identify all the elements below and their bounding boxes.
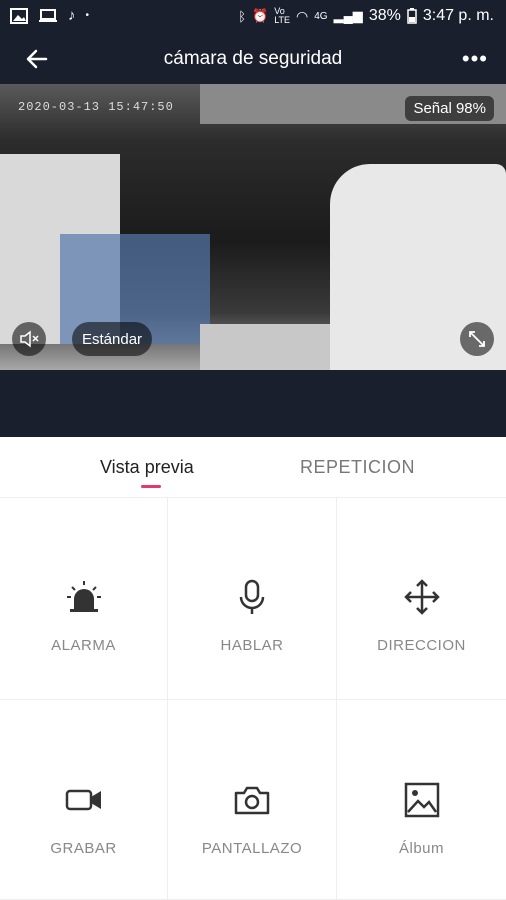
screenshot-label: PANTALLAZO [201,840,303,857]
tab-preview[interactable]: Vista previa [100,457,194,478]
move-arrows-icon [403,579,440,615]
microphone-icon [239,579,265,614]
tiktok-icon: ♪ [68,7,76,24]
camera-icon [234,786,270,815]
talk-label: HABLAR [220,637,284,654]
talk-button[interactable]: HABLAR [168,497,337,700]
fullscreen-icon [469,331,485,347]
status-bar: ♪ • ᛒ ⏰ Vo LTE ◠ 4G ▂▄▆ 38% 3:47 p. m. [0,0,506,34]
battery-percent: 38% [368,7,401,24]
camera-feed[interactable]: 2020-03-13 15:47:50 Señal 98% Estándar [0,84,506,370]
tab-playback[interactable]: REPETICION [300,457,415,478]
alarm-button[interactable]: ALARMA [0,497,168,700]
album-label: Álbum [398,840,445,857]
battery-icon [407,8,417,24]
page-title: cámara de seguridad [163,48,343,69]
action-grid: ALARMA HABLAR DIRECCION GRABAR PANTALLAZ… [0,497,506,900]
record-label: GRABAR [50,840,117,857]
bluetooth-icon: ᛒ [238,8,246,24]
wifi-icon: ◠ [296,7,309,24]
clock: 3:47 p. m. [422,7,494,24]
more-options-icon[interactable]: ••• [462,46,488,72]
video-camera-icon [65,789,101,811]
direction-label: DIRECCION [377,637,466,654]
screenshot-button[interactable]: PANTALLAZO [168,700,337,900]
signal-bars-icon: ▂▄▆ [333,8,363,23]
image-gallery-icon [404,782,439,818]
gallery-icon [10,7,28,24]
signal-badge: Señal 98% [405,96,494,121]
tab-bar: Vista previa REPETICION [0,437,506,498]
fullscreen-button[interactable] [460,322,494,356]
active-tab-indicator [141,485,161,488]
record-button[interactable]: GRABAR [0,700,168,900]
laptop-icon [39,8,57,22]
video-timestamp: 2020-03-13 15:47:50 [18,100,174,114]
alarm-label: ALARMA [51,637,116,654]
direction-button[interactable]: DIRECCION [337,497,506,700]
app-bar: cámara de seguridad ••• [0,34,506,84]
speaker-muted-icon [20,330,39,348]
album-button[interactable]: Álbum [337,700,506,900]
quality-button[interactable]: Estándar [72,322,153,356]
volte-icon: Vo LTE [274,6,291,25]
network-type: 4G [314,10,328,22]
mute-button[interactable] [12,322,46,356]
dot-icon: • [85,10,90,21]
alarm-clock-icon: ⏰ [252,8,269,23]
alarm-siren-icon [66,581,101,612]
video-bottom-band [0,370,506,437]
